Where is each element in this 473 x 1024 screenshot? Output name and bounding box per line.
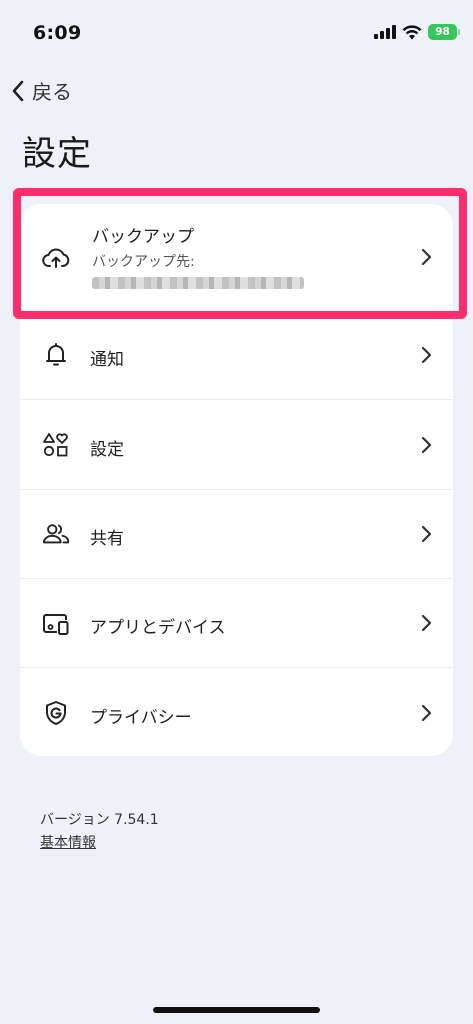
settings-screen: 6:09 98 戻る 設定 バックアップ バックアップ先: 通知 設定 共有 ア… <box>0 0 473 1024</box>
notifications-row[interactable]: 通知 <box>20 310 453 400</box>
sharing-label: 共有 <box>90 529 124 549</box>
blurred-account-email <box>92 277 304 289</box>
status-time: 6:09 <box>33 22 82 44</box>
cellular-signal-icon <box>374 25 396 39</box>
notifications-label: 通知 <box>90 350 124 370</box>
cloud-upload-icon <box>42 244 70 272</box>
privacy-row[interactable]: プライバシー <box>20 668 453 756</box>
home-indicator[interactable] <box>153 1007 320 1013</box>
back-label: 戻る <box>32 80 72 104</box>
chevron-right-icon <box>421 436 432 454</box>
sharing-row[interactable]: 共有 <box>20 490 453 579</box>
bell-icon <box>42 341 70 369</box>
chevron-right-icon <box>421 704 432 722</box>
chevron-right-icon <box>421 525 432 543</box>
devices-icon <box>42 610 70 638</box>
backup-row[interactable]: バックアップ バックアップ先: <box>20 204 453 310</box>
status-icons: 98 <box>374 24 460 40</box>
apps-devices-label: アプリとデバイス <box>90 618 226 638</box>
backup-destination-label: バックアップ先: <box>92 254 195 270</box>
preferences-row[interactable]: 設定 <box>20 400 453 490</box>
shapes-icon <box>42 431 70 459</box>
chevron-right-icon <box>421 248 432 266</box>
about-link[interactable]: 基本情報 <box>40 832 96 852</box>
chevron-right-icon <box>421 614 432 632</box>
google-shield-icon <box>42 699 70 727</box>
people-icon <box>42 520 70 548</box>
apps-devices-row[interactable]: アプリとデバイス <box>20 579 453 668</box>
version-text: バージョン 7.54.1 <box>40 812 159 828</box>
backup-title: バックアップ <box>92 227 194 247</box>
page-title: 設定 <box>22 134 92 174</box>
privacy-label: プライバシー <box>90 708 192 728</box>
preferences-label: 設定 <box>90 440 124 460</box>
chevron-left-icon <box>12 80 24 101</box>
status-bar: 6:09 98 <box>0 0 473 62</box>
chevron-right-icon <box>421 346 432 364</box>
settings-card: バックアップ バックアップ先: 通知 設定 共有 アプリとデバイス プライバシー <box>20 204 453 756</box>
battery-indicator: 98 <box>428 24 460 40</box>
back-button[interactable]: 戻る <box>10 76 72 105</box>
wifi-icon <box>402 24 422 39</box>
